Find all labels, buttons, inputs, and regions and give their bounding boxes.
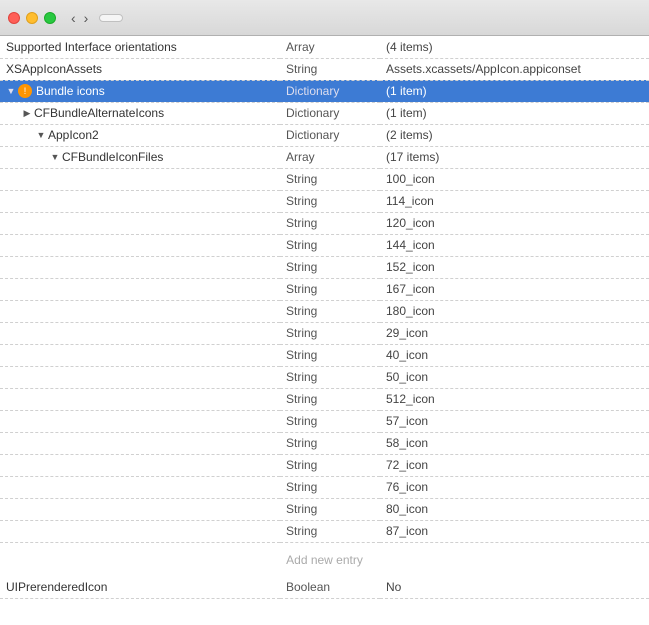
maximize-button[interactable]: [44, 12, 56, 24]
table-row[interactable]: String50_icon: [0, 366, 649, 388]
type-label: Dictionary: [280, 102, 380, 124]
type-label: Dictionary: [280, 80, 380, 102]
value-label: 58_icon: [380, 432, 649, 454]
type-label: String: [280, 432, 380, 454]
type-label: String: [280, 454, 380, 476]
value-label: 76_icon: [380, 476, 649, 498]
key-label: CFBundleAlternateIcons: [34, 106, 164, 120]
type-label: String: [280, 520, 380, 542]
footer-table: UIPrerenderedIconBooleanNo: [0, 577, 649, 600]
nav-buttons: ‹ ›: [68, 11, 91, 25]
key-label: Supported Interface orientations: [6, 40, 177, 54]
value-label: 72_icon: [380, 454, 649, 476]
key-label: Bundle icons: [36, 84, 105, 98]
table-row[interactable]: String80_icon: [0, 498, 649, 520]
value-label: 100_icon: [380, 168, 649, 190]
footer-value: No: [380, 577, 649, 599]
file-tab[interactable]: [99, 14, 123, 22]
value-label: 50_icon: [380, 366, 649, 388]
type-label: String: [280, 366, 380, 388]
back-button[interactable]: ‹: [68, 11, 79, 25]
expand-icon[interactable]: ▼: [36, 130, 46, 140]
value-label: (1 item): [380, 80, 649, 102]
table-row[interactable]: String72_icon: [0, 454, 649, 476]
tab-bar: [99, 14, 641, 22]
value-label: (4 items): [380, 36, 649, 58]
type-label: String: [280, 476, 380, 498]
type-label: String: [280, 212, 380, 234]
table-row[interactable]: String57_icon: [0, 410, 649, 432]
key-label: XSAppIconAssets: [6, 62, 102, 76]
key-label: AppIcon2: [48, 128, 99, 142]
type-label: Dictionary: [280, 124, 380, 146]
value-label: Assets.xcassets/AppIcon.appiconset: [380, 58, 649, 80]
type-label: String: [280, 278, 380, 300]
table-row[interactable]: Supported Interface orientations Array(4 …: [0, 36, 649, 58]
value-label: (17 items): [380, 146, 649, 168]
type-label: String: [280, 300, 380, 322]
plist-table: Supported Interface orientationsArray(4 …: [0, 36, 649, 543]
footer-row[interactable]: UIPrerenderedIconBooleanNo: [0, 577, 649, 599]
badge-icon: !: [18, 84, 32, 98]
table-row[interactable]: String29_icon: [0, 322, 649, 344]
type-label: Array: [280, 146, 380, 168]
expand-icon[interactable]: ▼: [6, 86, 16, 96]
footer-type: Boolean: [280, 577, 380, 599]
value-label: 114_icon: [380, 190, 649, 212]
table-row[interactable]: String100_icon: [0, 168, 649, 190]
minimize-button[interactable]: [26, 12, 38, 24]
value-label: (2 items): [380, 124, 649, 146]
value-label: 29_icon: [380, 322, 649, 344]
type-label: String: [280, 234, 380, 256]
table-row[interactable]: String76_icon: [0, 476, 649, 498]
table-row[interactable]: ▼AppIcon2 Dictionary(2 items): [0, 124, 649, 146]
type-label: String: [280, 190, 380, 212]
value-label: 80_icon: [380, 498, 649, 520]
type-label: String: [280, 322, 380, 344]
type-label: String: [280, 498, 380, 520]
table-row[interactable]: String58_icon: [0, 432, 649, 454]
type-label: Array: [280, 36, 380, 58]
forward-button[interactable]: ›: [81, 11, 92, 25]
table-row[interactable]: ▼CFBundleIconFiles Array(17 items): [0, 146, 649, 168]
value-label: 144_icon: [380, 234, 649, 256]
table-row[interactable]: ▼! Bundle icons Dictionary(1 item): [0, 80, 649, 102]
key-label: CFBundleIconFiles: [62, 150, 163, 164]
table-row[interactable]: String40_icon: [0, 344, 649, 366]
table-row[interactable]: XSAppIconAssets StringAssets.xcassets/App…: [0, 58, 649, 80]
type-label: String: [280, 344, 380, 366]
close-button[interactable]: [8, 12, 20, 24]
value-label: (1 item): [380, 102, 649, 124]
type-label: String: [280, 168, 380, 190]
table-row[interactable]: ▶CFBundleAlternateIcons Dictionary(1 item…: [0, 102, 649, 124]
value-label: 40_icon: [380, 344, 649, 366]
expand-icon[interactable]: ▼: [50, 152, 60, 162]
add-entry[interactable]: Add new entry: [0, 543, 649, 577]
table-row[interactable]: String167_icon: [0, 278, 649, 300]
value-label: 120_icon: [380, 212, 649, 234]
type-label: String: [280, 256, 380, 278]
value-label: 180_icon: [380, 300, 649, 322]
type-label: String: [280, 410, 380, 432]
table-row[interactable]: String152_icon: [0, 256, 649, 278]
type-label: String: [280, 388, 380, 410]
value-label: 57_icon: [380, 410, 649, 432]
title-bar: ‹ ›: [0, 0, 649, 36]
table-row[interactable]: String120_icon: [0, 212, 649, 234]
table-container: Supported Interface orientationsArray(4 …: [0, 36, 649, 625]
value-label: 87_icon: [380, 520, 649, 542]
table-row[interactable]: String114_icon: [0, 190, 649, 212]
table-row[interactable]: String144_icon: [0, 234, 649, 256]
value-label: 167_icon: [380, 278, 649, 300]
footer-key: UIPrerenderedIcon: [0, 577, 280, 599]
expand-icon[interactable]: ▶: [22, 108, 32, 118]
table-row[interactable]: String512_icon: [0, 388, 649, 410]
value-label: 512_icon: [380, 388, 649, 410]
table-row[interactable]: String180_icon: [0, 300, 649, 322]
type-label: String: [280, 58, 380, 80]
table-row[interactable]: String87_icon: [0, 520, 649, 542]
value-label: 152_icon: [380, 256, 649, 278]
traffic-lights: [8, 12, 56, 24]
